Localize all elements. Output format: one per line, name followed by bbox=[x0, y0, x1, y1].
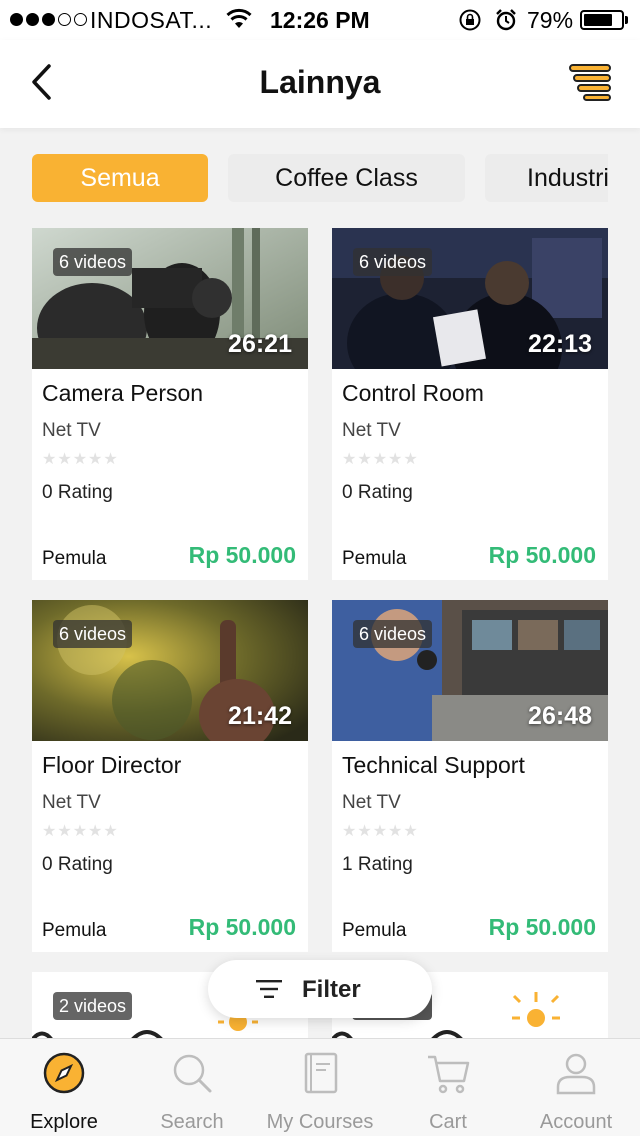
course-provider: Net TV bbox=[42, 420, 101, 441]
book-icon bbox=[304, 1052, 338, 1094]
star-icon: ★ bbox=[42, 451, 57, 468]
star-rating: ★ ★ ★ ★ ★ bbox=[342, 824, 418, 840]
tab-search[interactable]: Search bbox=[128, 1039, 256, 1136]
course-price: Rp 50.000 bbox=[488, 914, 596, 940]
filter-lines-icon bbox=[256, 980, 282, 998]
course-card[interactable]: 6 videos 26:21 Camera Person Net TV ★ ★ ★ ★… bbox=[32, 228, 308, 580]
rating-count: 1 Rating bbox=[342, 854, 413, 875]
star-icon: ★ bbox=[357, 823, 372, 840]
page-title: Lainnya bbox=[259, 64, 381, 100]
course-title: Technical Support bbox=[342, 752, 525, 778]
duration-label: 22:13 bbox=[528, 330, 592, 358]
tab-cart[interactable]: Cart bbox=[384, 1039, 512, 1136]
tab-label: Explore bbox=[30, 1111, 98, 1133]
star-icon: ★ bbox=[357, 451, 372, 468]
course-title: Floor Director bbox=[42, 752, 182, 778]
course-title: Camera Person bbox=[42, 380, 204, 406]
filter-button[interactable]: Filter bbox=[208, 960, 432, 1018]
duration-label: 26:21 bbox=[228, 330, 292, 358]
filter-label: Filter bbox=[302, 976, 361, 1003]
clock: 12:26 PM bbox=[270, 7, 370, 33]
star-icon: ★ bbox=[388, 451, 403, 468]
star-icon: ★ bbox=[342, 823, 357, 840]
star-icon: ★ bbox=[57, 451, 72, 468]
battery-level bbox=[584, 14, 613, 26]
battery-percent: 79% bbox=[527, 7, 574, 33]
star-icon: ★ bbox=[57, 823, 72, 840]
battery-icon bbox=[580, 10, 624, 30]
battery-tip bbox=[625, 16, 628, 24]
star-icon: ★ bbox=[403, 823, 418, 840]
star-icon: ★ bbox=[372, 451, 388, 468]
app-header: Lainnya bbox=[0, 40, 640, 128]
carrier-name: INDOSAT... bbox=[90, 7, 213, 33]
course-card[interactable]: 6 videos 26:48 Technical Support Net TV … bbox=[332, 600, 608, 952]
chip-semua[interactable]: Semua bbox=[32, 154, 208, 202]
tab-my-courses[interactable]: My Courses bbox=[256, 1039, 384, 1136]
chip-industri[interactable]: Industri bbox=[485, 154, 608, 202]
course-price: Rp 50.000 bbox=[488, 542, 596, 568]
video-count-badge: 6 videos bbox=[53, 248, 133, 276]
tab-label: Account bbox=[539, 1111, 613, 1133]
video-count-badge: 6 videos bbox=[353, 620, 433, 648]
video-count-badge: 6 videos bbox=[53, 620, 133, 648]
duration-label: 26:48 bbox=[528, 702, 592, 730]
tab-label: My Courses bbox=[266, 1111, 374, 1133]
duration-label: 21:42 bbox=[228, 702, 292, 730]
course-level: Pemula bbox=[342, 548, 407, 569]
rating-count: 0 Rating bbox=[342, 482, 413, 503]
wifi-icon bbox=[226, 8, 252, 28]
course-price: Rp 50.000 bbox=[188, 914, 296, 940]
user-icon bbox=[556, 1053, 596, 1095]
star-icon: ★ bbox=[42, 823, 57, 840]
video-count-badge: 2 videos bbox=[53, 992, 133, 1020]
star-rating: ★ ★ ★ ★ ★ bbox=[42, 452, 118, 468]
star-icon: ★ bbox=[403, 451, 418, 468]
star-icon: ★ bbox=[388, 823, 403, 840]
rating-count: 0 Rating bbox=[42, 482, 113, 503]
tab-account[interactable]: Account bbox=[512, 1039, 640, 1136]
compass-icon bbox=[43, 1052, 85, 1094]
star-icon: ★ bbox=[103, 823, 118, 840]
course-level: Pemula bbox=[342, 920, 407, 941]
star-rating: ★ ★ ★ ★ ★ bbox=[42, 824, 118, 840]
course-card[interactable]: 6 videos 22:13 Control Room Net TV ★ ★ ★ ★ ★… bbox=[332, 228, 608, 580]
course-title: Control Room bbox=[342, 380, 484, 406]
category-tabs: Semua Coffee Class Industri bbox=[32, 154, 608, 202]
search-icon bbox=[173, 1054, 212, 1093]
list-lines-icon[interactable] bbox=[568, 62, 614, 102]
course-provider: Net TV bbox=[42, 792, 101, 813]
star-icon: ★ bbox=[72, 451, 88, 468]
chip-coffee-class[interactable]: Coffee Class bbox=[228, 154, 465, 202]
tab-label: Cart bbox=[429, 1111, 467, 1133]
cart-icon bbox=[428, 1055, 470, 1094]
star-icon: ★ bbox=[372, 823, 388, 840]
course-provider: Net TV bbox=[342, 792, 401, 813]
course-level: Pemula bbox=[42, 920, 107, 941]
course-provider: Net TV bbox=[342, 420, 401, 441]
star-icon: ★ bbox=[342, 451, 357, 468]
alarm-icon bbox=[496, 9, 516, 31]
star-icon: ★ bbox=[88, 451, 103, 468]
tab-label: Search bbox=[160, 1111, 224, 1133]
star-rating: ★ ★ ★ ★ ★ bbox=[342, 452, 418, 468]
status-bar: INDOSAT... 12:26 PM 79% bbox=[0, 0, 640, 40]
rating-count: 0 Rating bbox=[42, 854, 113, 875]
star-icon: ★ bbox=[88, 823, 103, 840]
course-price: Rp 50.000 bbox=[188, 542, 296, 568]
course-card[interactable]: 6 videos 21:42 Floor Director Net TV ★ ★ ★… bbox=[32, 600, 308, 952]
star-icon: ★ bbox=[72, 823, 88, 840]
star-icon: ★ bbox=[103, 451, 118, 468]
tab-explore[interactable]: Explore bbox=[0, 1039, 128, 1136]
rotation-lock-icon bbox=[459, 9, 481, 31]
video-count-badge: 6 videos bbox=[353, 248, 433, 276]
bottom-tab-bar: Explore Search My Courses Cart Account bbox=[0, 1038, 640, 1136]
signal-strength-icon bbox=[10, 13, 87, 26]
course-level: Pemula bbox=[42, 548, 107, 569]
